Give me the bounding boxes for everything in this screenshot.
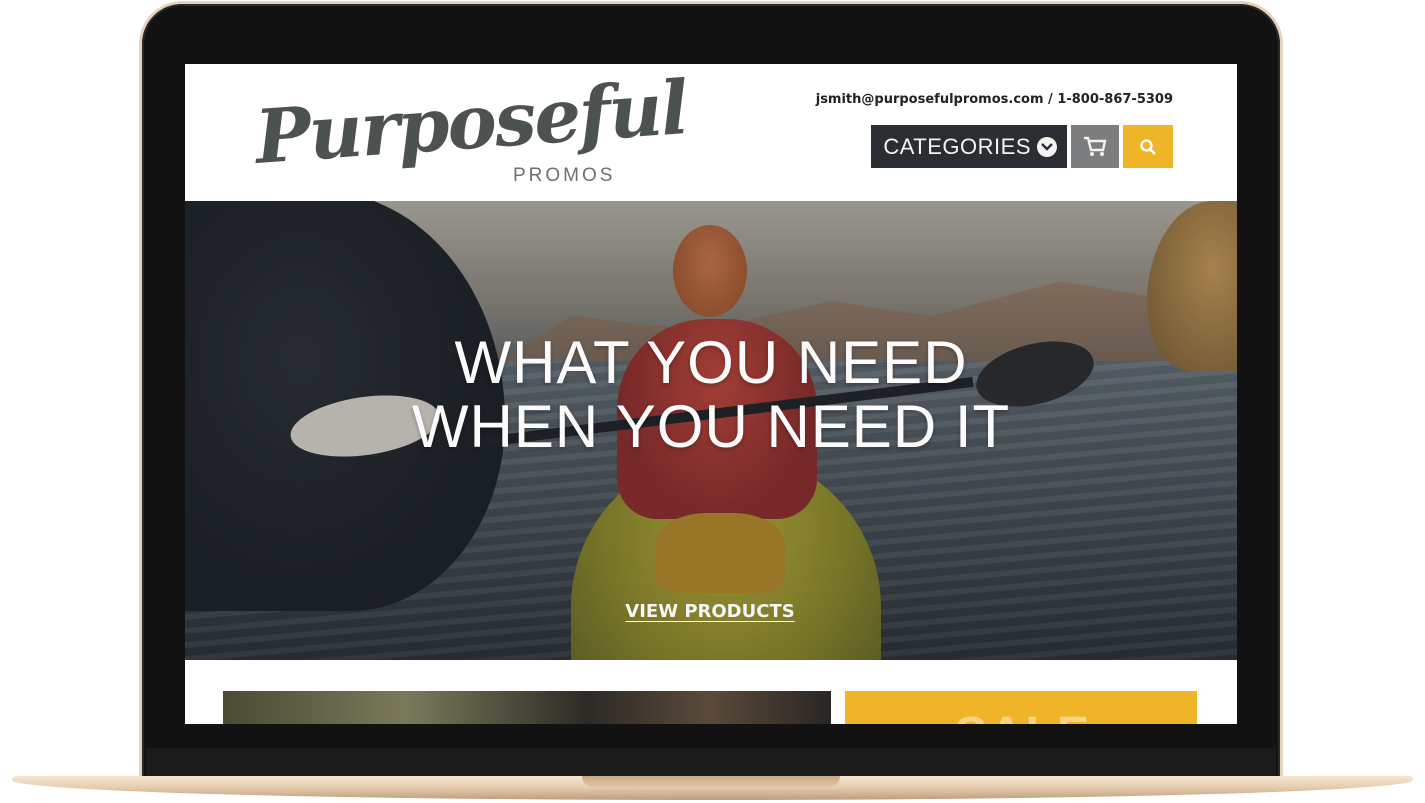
sale-text: SALE (955, 707, 1091, 724)
categories-label: CATEGORIES (883, 133, 1031, 159)
hero-title-line-1: WHAT YOU NEED (454, 329, 968, 396)
categories-button[interactable]: CATEGORIES (871, 125, 1067, 168)
header-nav: CATEGORIES (871, 125, 1173, 168)
hero-banner: WHAT YOU NEED WHEN YOU NEED IT VIEW PROD… (185, 201, 1237, 660)
search-button[interactable] (1123, 125, 1173, 168)
brand-logo[interactable]: Purposeful PROMOS (253, 65, 690, 196)
search-icon (1140, 138, 1156, 155)
contact-info: jsmith@purposefulpromos.com / 1-800-867-… (815, 92, 1173, 107)
sale-banner[interactable]: SALE (845, 691, 1197, 724)
chevron-down-icon (1037, 136, 1057, 157)
laptop-chin (146, 748, 1276, 776)
site-header: Purposeful PROMOS jsmith@purposefulpromo… (185, 64, 1237, 201)
view-products-link[interactable]: VIEW PRODUCTS (617, 601, 803, 622)
cart-icon (1084, 136, 1107, 156)
logo-script: Purposeful (252, 65, 690, 181)
laptop-notch (582, 776, 840, 787)
laptop-screen: Purposeful PROMOS jsmith@purposefulpromo… (185, 64, 1237, 724)
logo-subtitle: PROMOS (513, 165, 616, 186)
featured-photo[interactable] (223, 691, 831, 724)
hero-title-line-2: WHEN YOU NEED IT (411, 393, 1011, 460)
hero-title: WHAT YOU NEED WHEN YOU NEED IT (185, 331, 1237, 459)
cart-button[interactable] (1071, 125, 1119, 168)
